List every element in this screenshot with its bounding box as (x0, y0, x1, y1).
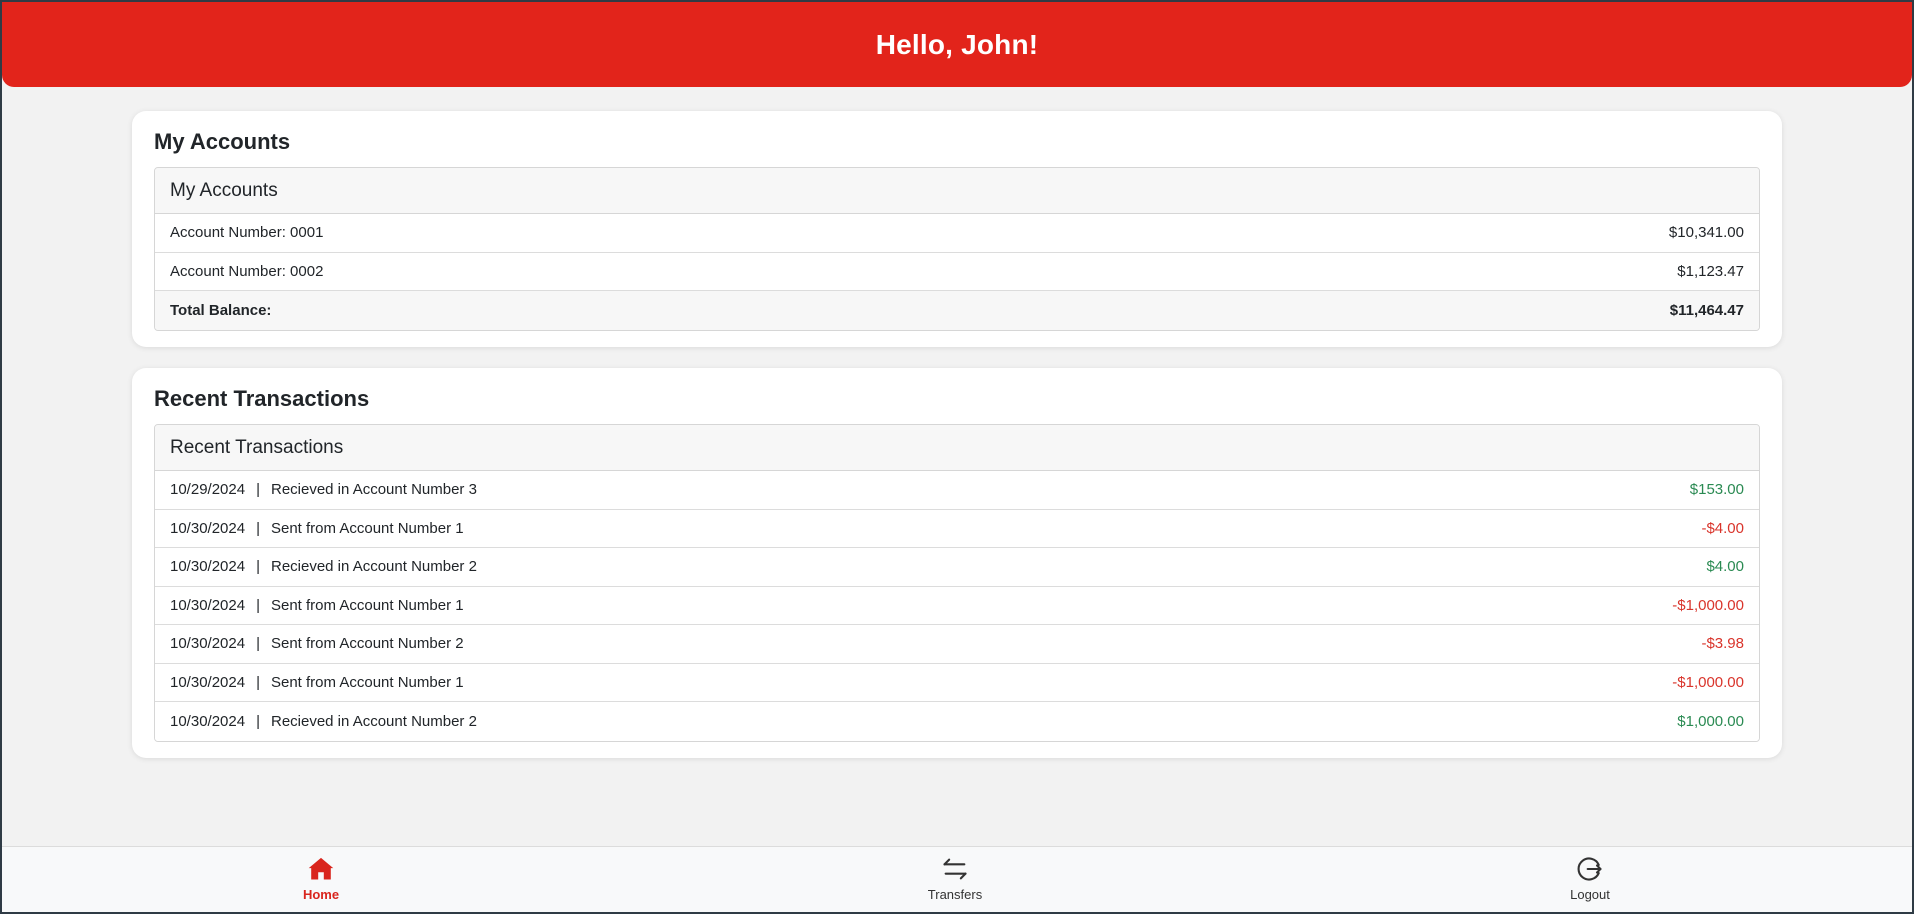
transaction-info: 10/30/2024 | Sent from Account Number 2 (170, 635, 464, 652)
transaction-description: Sent from Account Number 1 (270, 673, 464, 691)
account-row[interactable]: Account Number: 0002 $1,123.47 (155, 252, 1759, 291)
transaction-amount: -$1,000.00 (1672, 673, 1744, 691)
transaction-row[interactable]: 10/30/2024 | Sent from Account Number 2 -$… (155, 625, 1759, 664)
transaction-info: 10/30/2024 | Sent from Account Number 1 (170, 674, 464, 691)
account-label: Account Number: 0002 (170, 262, 324, 280)
transaction-row[interactable]: 10/30/2024 | Sent from Account Number 1 -$… (155, 586, 1759, 625)
greeting-title: Hello, John! (875, 28, 1039, 60)
transaction-info: 10/30/2024 | Recieved in Account Number 2 (170, 558, 477, 575)
transaction-row[interactable]: 10/30/2024 | Recieved in Account Number 2 … (155, 548, 1759, 587)
transaction-separator: | (256, 712, 260, 730)
home-icon (308, 857, 334, 880)
transaction-info: 10/30/2024 | Sent from Account Number 1 (170, 597, 464, 614)
transaction-separator: | (256, 596, 260, 614)
transactions-card-title: Recent Transactions (154, 386, 370, 411)
account-balance: $1,123.47 (1677, 262, 1744, 280)
transaction-amount: -$1,000.00 (1672, 596, 1744, 614)
transaction-amount: -$3.98 (1701, 635, 1744, 653)
transaction-date: 10/30/2024 (170, 558, 246, 576)
transaction-amount: $4.00 (1706, 558, 1744, 576)
transaction-info: 10/30/2024 | Sent from Account Number 1 (170, 520, 464, 537)
transaction-date: 10/30/2024 (170, 596, 246, 614)
transaction-date: 10/30/2024 (170, 712, 246, 730)
nav-logout-label: Logout (1570, 887, 1610, 902)
nav-home-label: Home (302, 887, 340, 902)
transaction-amount: $1,000.00 (1677, 712, 1744, 730)
transaction-date: 10/30/2024 (170, 519, 246, 537)
nav-transfers-button[interactable]: Transfers (895, 855, 1015, 911)
nav-logout-button[interactable]: Logout (1530, 855, 1650, 911)
accounts-card-title: My Accounts (154, 129, 291, 154)
transaction-description: Recieved in Account Number 3 (270, 481, 477, 499)
transaction-row[interactable]: 10/30/2024 | Sent from Account Number 1 -$… (155, 509, 1759, 548)
transaction-separator: | (256, 635, 260, 653)
transaction-date: 10/30/2024 (170, 635, 246, 653)
transactions-card: Recent Transactions Recent Transactions … (132, 368, 1782, 758)
total-balance-label: Total Balance: (170, 301, 272, 319)
transaction-row[interactable]: 10/30/2024 | Recieved in Account Number 2 … (155, 702, 1759, 741)
transaction-info: 10/30/2024 | Recieved in Account Number 2 (170, 713, 477, 730)
account-label: Account Number: 0001 (170, 224, 324, 242)
accounts-panel-title: My Accounts (155, 168, 1759, 214)
account-balance: $10,341.00 (1668, 224, 1744, 242)
transactions-panel: Recent Transactions 10/29/2024 | Recieved … (154, 424, 1760, 742)
transaction-separator: | (256, 481, 260, 499)
transaction-amount: $153.00 (1689, 481, 1744, 499)
transaction-separator: | (256, 519, 260, 537)
bottom-nav: Home Transfers Logout (2, 846, 1912, 912)
app-frame: Hello, John! My Accounts My Accounts Acc… (0, 0, 1914, 914)
account-row[interactable]: Account Number: 0001 $10,341.00 (155, 214, 1759, 253)
transaction-row[interactable]: 10/30/2024 | Sent from Account Number 1 -$… (155, 663, 1759, 702)
transaction-description: Recieved in Account Number 2 (270, 558, 477, 576)
accounts-panel: My Accounts Account Number: 0001 $10,341… (154, 167, 1760, 331)
transaction-description: Sent from Account Number 1 (270, 519, 464, 537)
transaction-description: Recieved in Account Number 2 (270, 712, 477, 730)
transaction-description: Sent from Account Number 1 (270, 596, 464, 614)
accounts-card: My Accounts My Accounts Account Number: … (132, 111, 1782, 347)
transaction-separator: | (256, 673, 260, 691)
transfer-arrows-icon (943, 858, 967, 880)
logout-icon (1577, 857, 1602, 881)
nav-home-button[interactable]: Home (261, 855, 381, 911)
nav-transfers-label: Transfers (927, 887, 983, 902)
total-balance-row: Total Balance: $11,464.47 (155, 291, 1759, 330)
transaction-info: 10/29/2024 | Recieved in Account Number 3 (170, 481, 477, 498)
transaction-separator: | (256, 558, 260, 576)
app-header: Hello, John! (2, 2, 1912, 87)
transactions-panel-title: Recent Transactions (155, 425, 1759, 471)
transaction-date: 10/29/2024 (170, 481, 246, 499)
transaction-description: Sent from Account Number 2 (270, 635, 464, 653)
transaction-amount: -$4.00 (1701, 519, 1744, 537)
total-balance-amount: $11,464.47 (1669, 301, 1744, 319)
transaction-date: 10/30/2024 (170, 673, 246, 691)
transaction-row[interactable]: 10/29/2024 | Recieved in Account Number 3 … (155, 471, 1759, 510)
